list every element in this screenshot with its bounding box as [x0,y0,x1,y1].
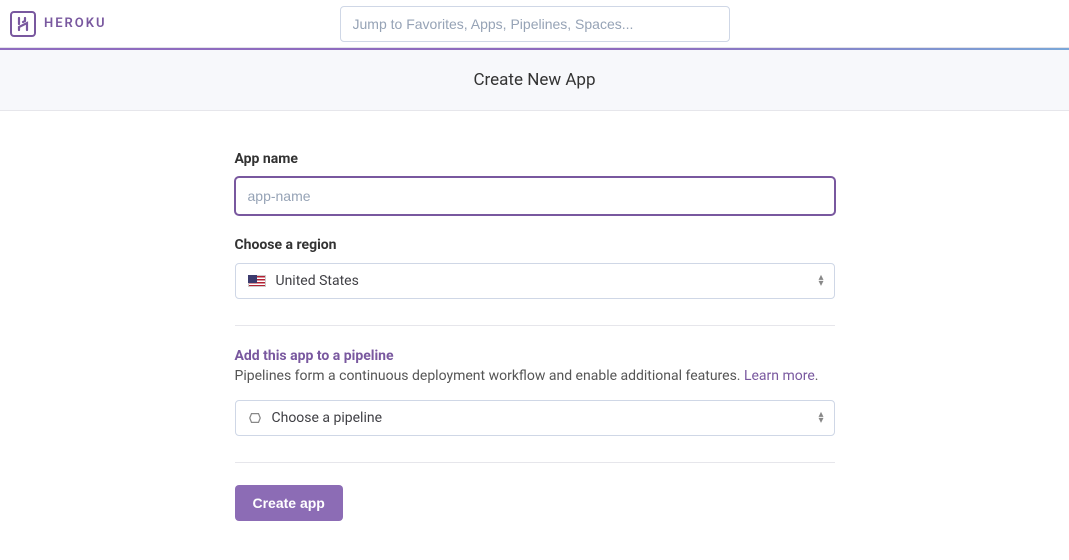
pipeline-section: Add this app to a pipeline Pipelines for… [235,348,835,436]
page-subheader: Create New App [0,50,1069,111]
us-flag-icon [248,275,266,287]
search-container [340,6,730,42]
brand-logo[interactable]: HEROKU [10,11,107,37]
brand-text: HEROKU [44,16,107,31]
pipeline-selected-value: Choose a pipeline [272,410,383,426]
global-search-input[interactable] [340,6,730,42]
section-divider [235,325,835,326]
select-arrows-icon: ▴▾ [818,275,823,287]
pipeline-description: Pipelines form a continuous deployment w… [235,368,835,384]
page-title: Create New App [0,70,1069,90]
select-arrows-icon: ▴▾ [818,412,823,424]
region-label: Choose a region [235,237,835,253]
region-select[interactable]: United States ▴▾ [235,263,835,299]
app-name-label: App name [235,151,835,167]
region-selected-value: United States [276,273,359,289]
heroku-logo-icon [10,11,36,37]
top-navbar: HEROKU [0,0,1069,48]
app-name-field: App name [235,151,835,215]
learn-more-link[interactable]: Learn more [744,368,815,384]
pipeline-title: Add this app to a pipeline [235,348,835,364]
region-field: Choose a region United States ▴▾ [235,237,835,299]
pipeline-icon [248,411,262,425]
form-container: App name Choose a region United States ▴… [223,151,847,521]
app-name-input[interactable] [235,177,835,215]
pipeline-select[interactable]: Choose a pipeline ▴▾ [235,400,835,436]
create-app-button[interactable]: Create app [235,485,343,521]
section-divider [235,462,835,463]
